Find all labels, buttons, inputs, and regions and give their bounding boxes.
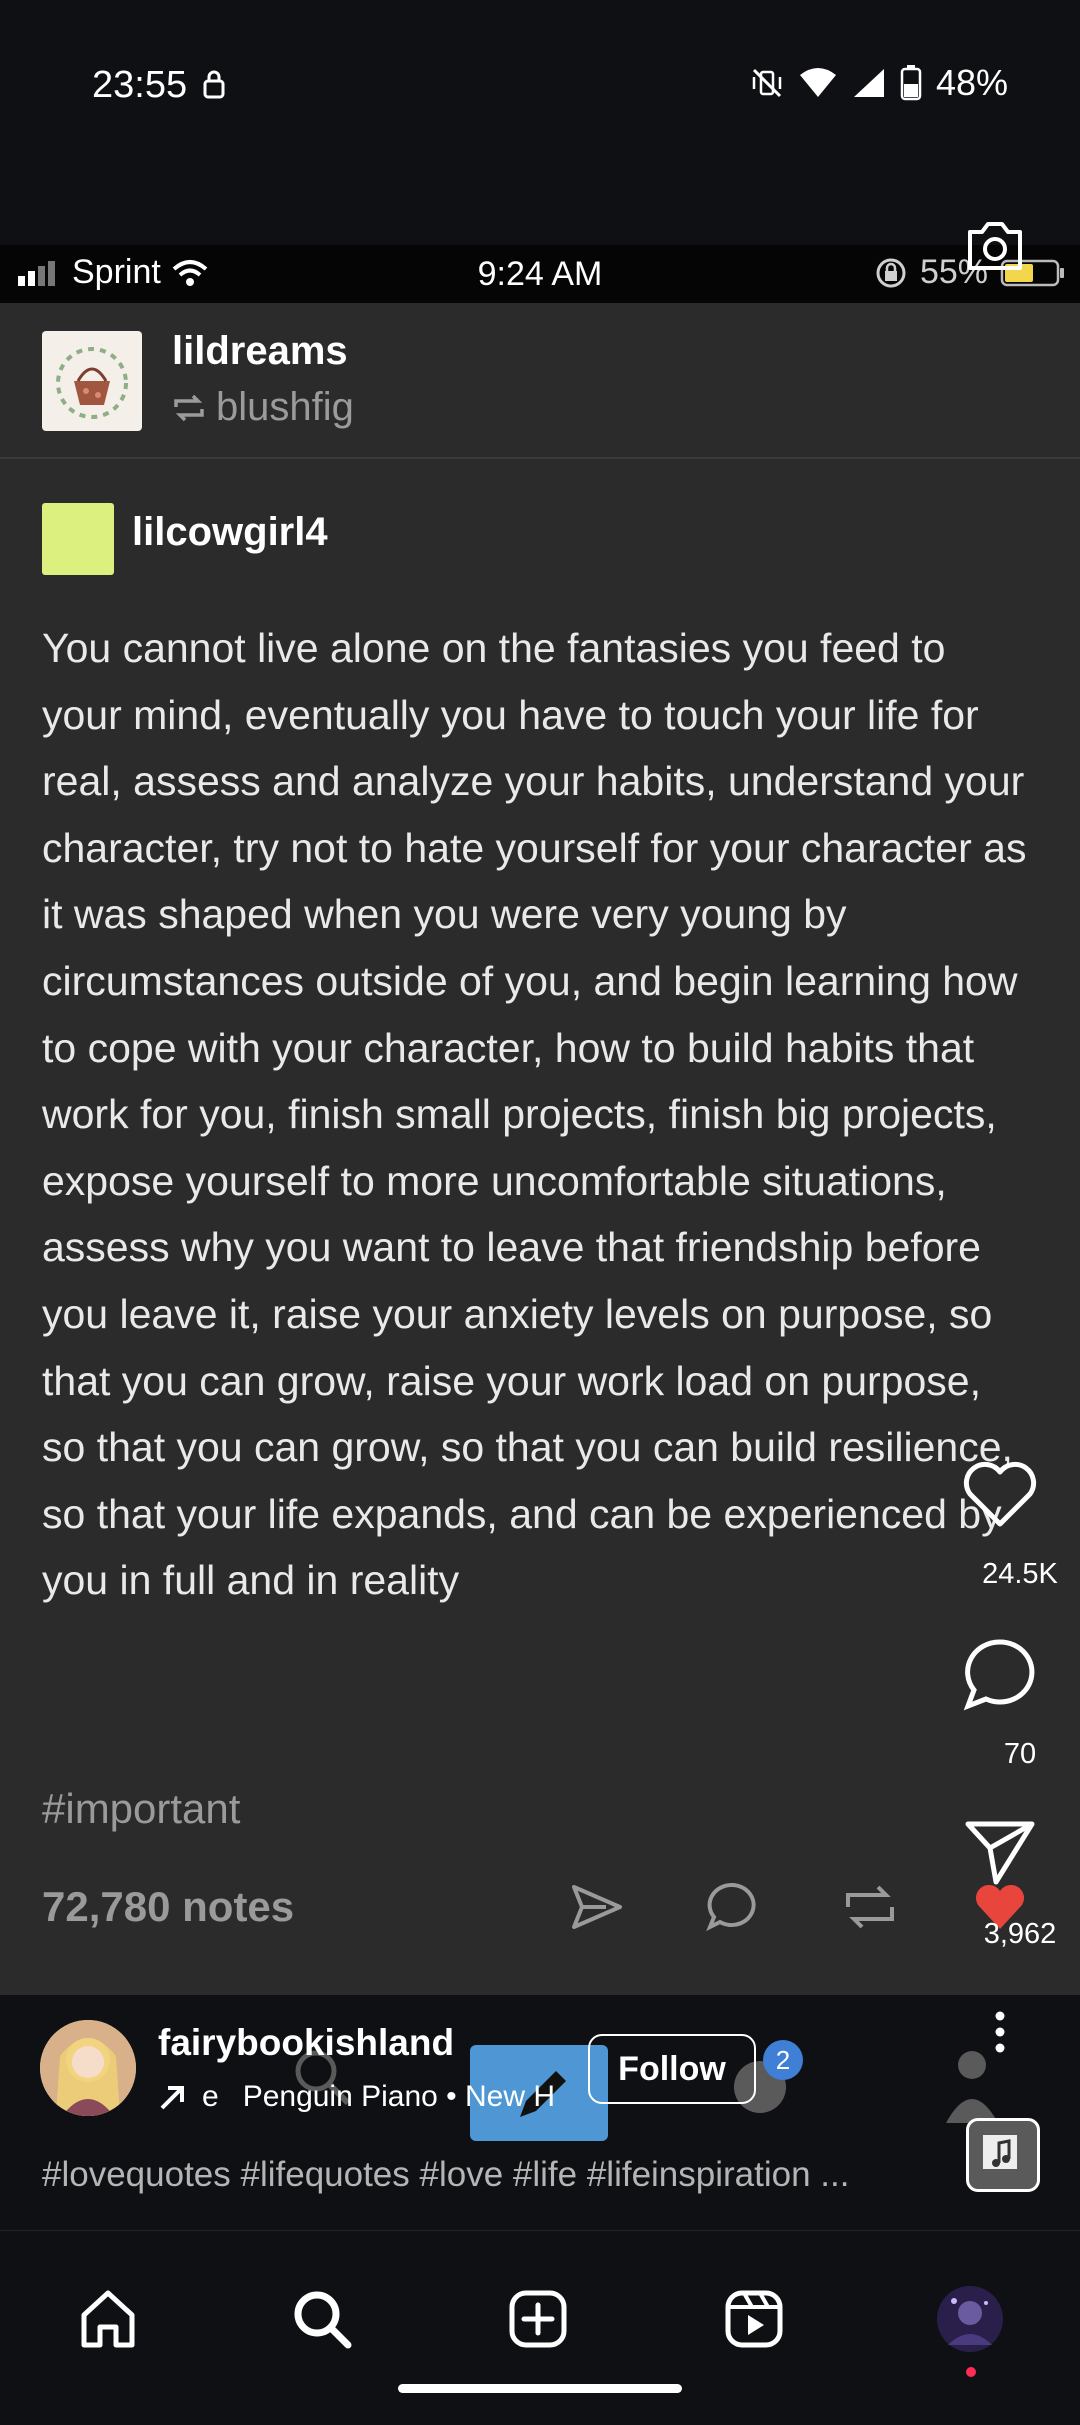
nav-create[interactable] — [502, 2283, 574, 2355]
reblog-header: lildreams blushfig — [0, 303, 1080, 459]
more-options-icon[interactable] — [986, 2010, 1014, 2054]
audio-title: Penguin Piano • New H — [242, 2080, 556, 2113]
creator-username[interactable]: fairybookishland — [158, 2022, 454, 2064]
nav-home[interactable] — [72, 2283, 144, 2355]
author-name[interactable]: lilcowgirl4 — [132, 510, 328, 555]
share-count: 3,962 — [983, 1918, 1057, 1950]
search-icon — [294, 2291, 352, 2349]
nav-search[interactable] — [286, 2283, 358, 2355]
follow-button[interactable]: Follow — [588, 2034, 756, 2104]
battery-percent: 48% — [935, 62, 1008, 103]
reblog-source[interactable]: blushfig — [172, 385, 354, 430]
author-avatar — [42, 503, 114, 575]
tumblr-reblog-icon — [846, 1885, 894, 1929]
camera-icon — [968, 222, 1022, 270]
comment-icon[interactable] — [962, 1636, 1038, 1712]
profile-avatar-icon — [937, 2286, 1003, 2352]
reblog-icon — [174, 394, 204, 421]
share-icon[interactable] — [962, 1818, 1038, 1888]
reel-caption[interactable]: #lovequotes #lifequotes #love #life #lif… — [42, 2155, 849, 2195]
like-icon[interactable] — [962, 1460, 1038, 1530]
reel-media[interactable]: Sprint 9:24 AM 55% lildreams blushfig li… — [0, 245, 1080, 1995]
music-note-icon — [983, 2135, 1017, 2169]
arrow-up-right-icon — [160, 2086, 184, 2110]
status-icons: 48% — [750, 62, 1008, 104]
wifi-icon — [799, 68, 836, 97]
creator-avatar-image — [40, 2020, 136, 2116]
ghost-account-icon — [946, 2051, 998, 2123]
profile-notification-dot — [966, 2367, 976, 2377]
audio-attribution[interactable]: e Penguin Piano • New H — [158, 2080, 555, 2114]
home-indicator[interactable] — [398, 2384, 682, 2393]
home-icon — [81, 2290, 135, 2348]
cell-signal-icon — [853, 69, 884, 97]
nav-reels[interactable] — [718, 2283, 790, 2355]
post-text: You cannot live alone on the fantasies y… — [42, 625, 1027, 1604]
basket-image — [56, 347, 128, 419]
reblog-source-name: blushfig — [216, 385, 354, 429]
vibrate-off-icon — [752, 68, 782, 98]
lock-icon — [203, 70, 225, 99]
bottom-navigation — [0, 2230, 1080, 2425]
like-count: 24.5K — [982, 1558, 1058, 1590]
reels-icon — [725, 2290, 783, 2348]
clock: 23:55 — [92, 64, 188, 106]
post-tag: #important — [42, 1785, 241, 1832]
comment-count: 70 — [1003, 1738, 1037, 1770]
audio-thumbnail[interactable] — [966, 2118, 1040, 2192]
android-status-bar: 23:55 48% — [0, 0, 1080, 245]
add-post-icon — [509, 2290, 567, 2348]
creator-avatar[interactable] — [40, 2020, 136, 2116]
tumblr-share-icon — [572, 1885, 622, 1929]
audio-prefix: e — [202, 2080, 219, 2113]
rotation-lock-icon — [876, 258, 906, 287]
reblogger-name[interactable]: lildreams — [172, 329, 348, 374]
tumblr-reply-icon — [706, 1882, 756, 1932]
nav-profile[interactable] — [934, 2283, 1006, 2355]
reblogger-avatar — [42, 331, 142, 431]
notes-count: 72,780 notes — [42, 1883, 295, 1930]
notification-badge: 2 — [763, 2040, 803, 2080]
battery-icon — [900, 65, 922, 101]
ios-status-bar: Sprint 9:24 AM 55% — [0, 245, 1080, 303]
